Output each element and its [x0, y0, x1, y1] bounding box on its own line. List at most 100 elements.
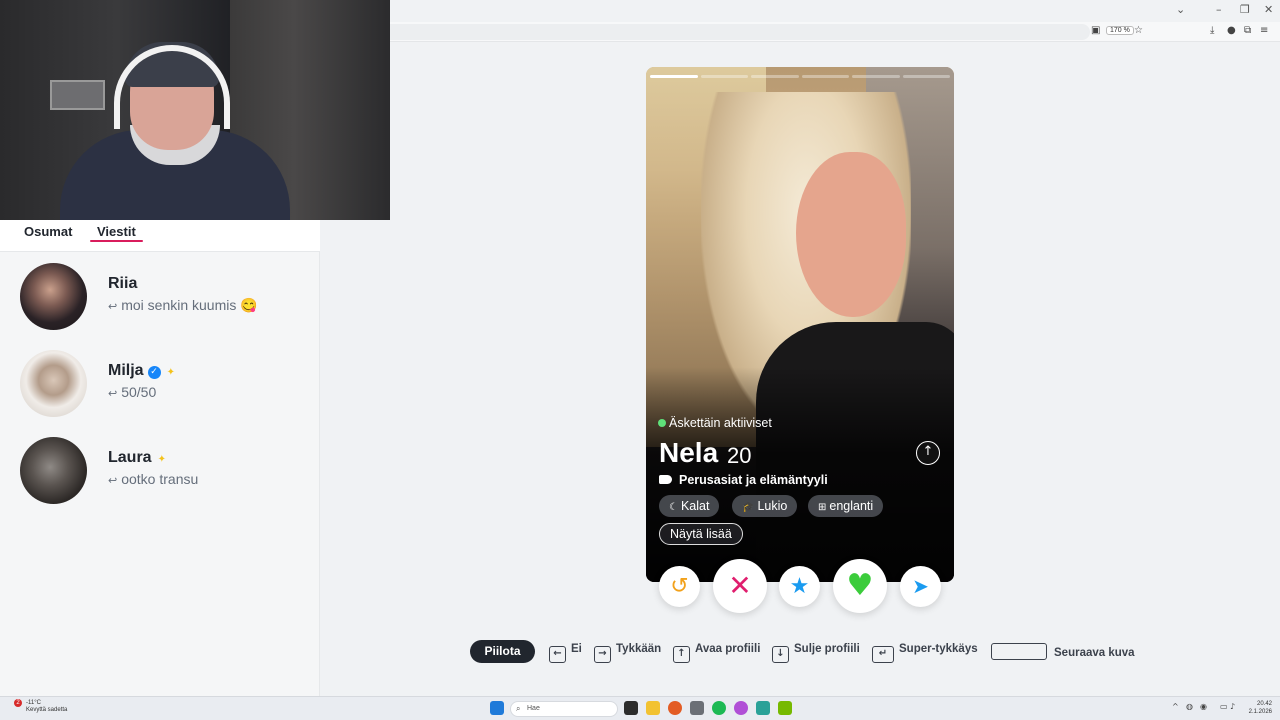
volume-icon[interactable]: ♪ — [1230, 702, 1235, 711]
zoom-indicator[interactable]: 170 % — [1106, 26, 1134, 35]
profile-name: Nela — [659, 437, 719, 468]
send-icon: ➤ — [912, 574, 929, 598]
message-name: Milja ✓ ✦ — [108, 362, 175, 379]
shortcut-close-profile: ↓ Sulje profiili — [772, 643, 860, 663]
address-bar[interactable] — [390, 24, 1090, 40]
weather-badge: 2 — [14, 699, 22, 707]
message-name: Laura ✦ — [108, 449, 166, 466]
photo-progress-segment[interactable] — [801, 75, 849, 78]
superlike-button[interactable]: ★ — [779, 566, 820, 607]
photo-progress-segment[interactable] — [852, 75, 900, 78]
heart-icon: ♥ — [846, 568, 874, 603]
graduation-cap-icon: 🎓 — [742, 502, 755, 513]
moon-icon: ☾ — [669, 502, 678, 513]
minimize-icon[interactable]: – — [1216, 3, 1222, 16]
reply-icon: ↩ — [108, 387, 118, 400]
sidebar: Osumat Viestit Riia ↩ moi senkin kuumis 😋… — [0, 220, 320, 696]
tray-app2-icon[interactable]: ◉ — [1200, 702, 1207, 711]
profile-card[interactable]: Äskettäin aktiiviset Nela 20 ↑ Perusasia… — [646, 67, 954, 582]
photo-progress-segment[interactable] — [650, 75, 698, 78]
clock[interactable]: 20.42 2.1.2026 — [1244, 700, 1272, 716]
webcam-shelf — [50, 80, 105, 110]
steam-icon[interactable] — [690, 701, 704, 715]
chip-language: ⊞ englanti — [808, 495, 884, 517]
avatar — [20, 263, 87, 330]
chip-zodiac: ☾ Kalat — [659, 495, 720, 517]
activity-status: Äskettäin aktiiviset — [658, 416, 772, 430]
verified-badge-icon: ✓ — [147, 366, 161, 379]
tag-icon — [659, 475, 672, 484]
like-button[interactable]: ♥ — [833, 559, 887, 613]
basics-heading: Perusasiat ja elämäntyyli — [659, 473, 828, 487]
reader-icon[interactable]: ▣ — [1091, 25, 1100, 36]
message-item[interactable]: Riia ↩ moi senkin kuumis 😋 — [0, 263, 320, 343]
sidebar-tabs: Osumat Viestit — [0, 220, 320, 252]
shortcut-next-photo: Seuraava kuva — [991, 643, 1135, 660]
avatar — [20, 437, 87, 504]
file-explorer-icon[interactable] — [646, 701, 660, 715]
profile-age: 20 — [727, 443, 752, 468]
nope-button[interactable]: ✕ — [713, 559, 767, 613]
tray-app-icon[interactable]: ◍ — [1186, 702, 1193, 711]
download-icon[interactable]: ⤓ — [1210, 25, 1214, 36]
arrow-down-icon: ↓ — [772, 646, 789, 663]
arrow-up-icon: ↑ — [673, 646, 690, 663]
browser-titlebar: ⌄ – ❐ ✕ — [390, 0, 1280, 22]
enter-key-icon: ↵ — [872, 646, 894, 663]
message-item[interactable]: Laura ✦ ↩ ootko transu — [0, 437, 320, 517]
shortcut-like: → Tykkään — [594, 643, 661, 663]
message-preview: ↩ moi senkin kuumis 😋 — [108, 297, 258, 313]
message-preview: ↩ 50/50 — [108, 384, 157, 400]
webcam-overlay — [0, 0, 390, 220]
network-icon[interactable]: ▭ — [1220, 702, 1228, 711]
arrow-right-icon: → — [594, 646, 611, 663]
spotify-icon[interactable] — [712, 701, 726, 715]
reply-icon: ↩ — [108, 300, 118, 313]
shortcut-nope: ← Ei — [549, 643, 582, 663]
close-icon[interactable]: ✕ — [1264, 3, 1273, 16]
photo-face — [796, 152, 906, 317]
open-profile-button[interactable]: ↑ — [916, 441, 940, 465]
boost-button[interactable]: ➤ — [900, 566, 941, 607]
reply-icon: ↩ — [108, 474, 118, 487]
rewind-icon: ↺ — [670, 574, 689, 599]
task-view-icon[interactable] — [624, 701, 638, 715]
weather-widget[interactable]: -11°C Kevyttä sadetta — [26, 700, 67, 714]
close-icon: ✕ — [728, 569, 752, 602]
avatar — [20, 350, 87, 417]
maximize-icon[interactable]: ❐ — [1240, 3, 1250, 16]
messenger-icon[interactable] — [734, 701, 748, 715]
windows-start-icon[interactable] — [490, 701, 504, 715]
account-icon[interactable]: ● — [1227, 25, 1236, 36]
browser-toolbar: ▣ 170 % ☆ ⤓ ● ⧉ ≡ — [390, 22, 1280, 42]
photo-progress-segment[interactable] — [700, 75, 748, 78]
photo-progress-segment[interactable] — [751, 75, 799, 78]
message-preview: ↩ ootko transu — [108, 471, 199, 487]
star-icon: ★ — [789, 574, 810, 599]
star-icon[interactable]: ☆ — [1134, 25, 1143, 36]
tab-messages[interactable]: Viestit — [97, 224, 136, 239]
nvidia-icon[interactable] — [778, 701, 792, 715]
shortcut-superlike: ↵ Super-tykkäys — [872, 643, 978, 663]
taskbar-search[interactable]: ⌕ Hae — [510, 701, 618, 717]
chip-education: 🎓 Lukio — [732, 495, 798, 517]
menu-icon[interactable]: ≡ — [1260, 25, 1268, 36]
extensions-icon[interactable]: ⧉ — [1244, 25, 1251, 36]
search-icon: ⌕ — [516, 704, 521, 713]
show-more-button[interactable]: Näytä lisää — [659, 523, 743, 545]
photo-progress-bar[interactable] — [650, 75, 950, 78]
active-tab-indicator — [90, 240, 143, 242]
translate-icon: ⊞ — [818, 502, 827, 513]
taskbar: 2 -11°C Kevyttä sadetta ⌕ Hae ^ ◍ ◉ ▭ ♪ 20… — [0, 696, 1280, 720]
firefox-icon[interactable] — [668, 701, 682, 715]
app-icon[interactable] — [756, 701, 770, 715]
sparkle-icon: ✦ — [157, 454, 166, 465]
tray-expand-icon[interactable]: ^ — [1172, 702, 1179, 711]
sparkle-icon: ✦ — [166, 367, 175, 378]
tab-list-icon[interactable]: ⌄ — [1176, 3, 1185, 16]
photo-progress-segment[interactable] — [902, 75, 950, 78]
tab-matches[interactable]: Osumat — [24, 224, 72, 239]
message-item[interactable]: Milja ✓ ✦ ↩ 50/50 — [0, 350, 320, 430]
rewind-button[interactable]: ↺ — [659, 566, 700, 607]
hide-shortcuts-button[interactable]: Piilota — [470, 640, 535, 663]
